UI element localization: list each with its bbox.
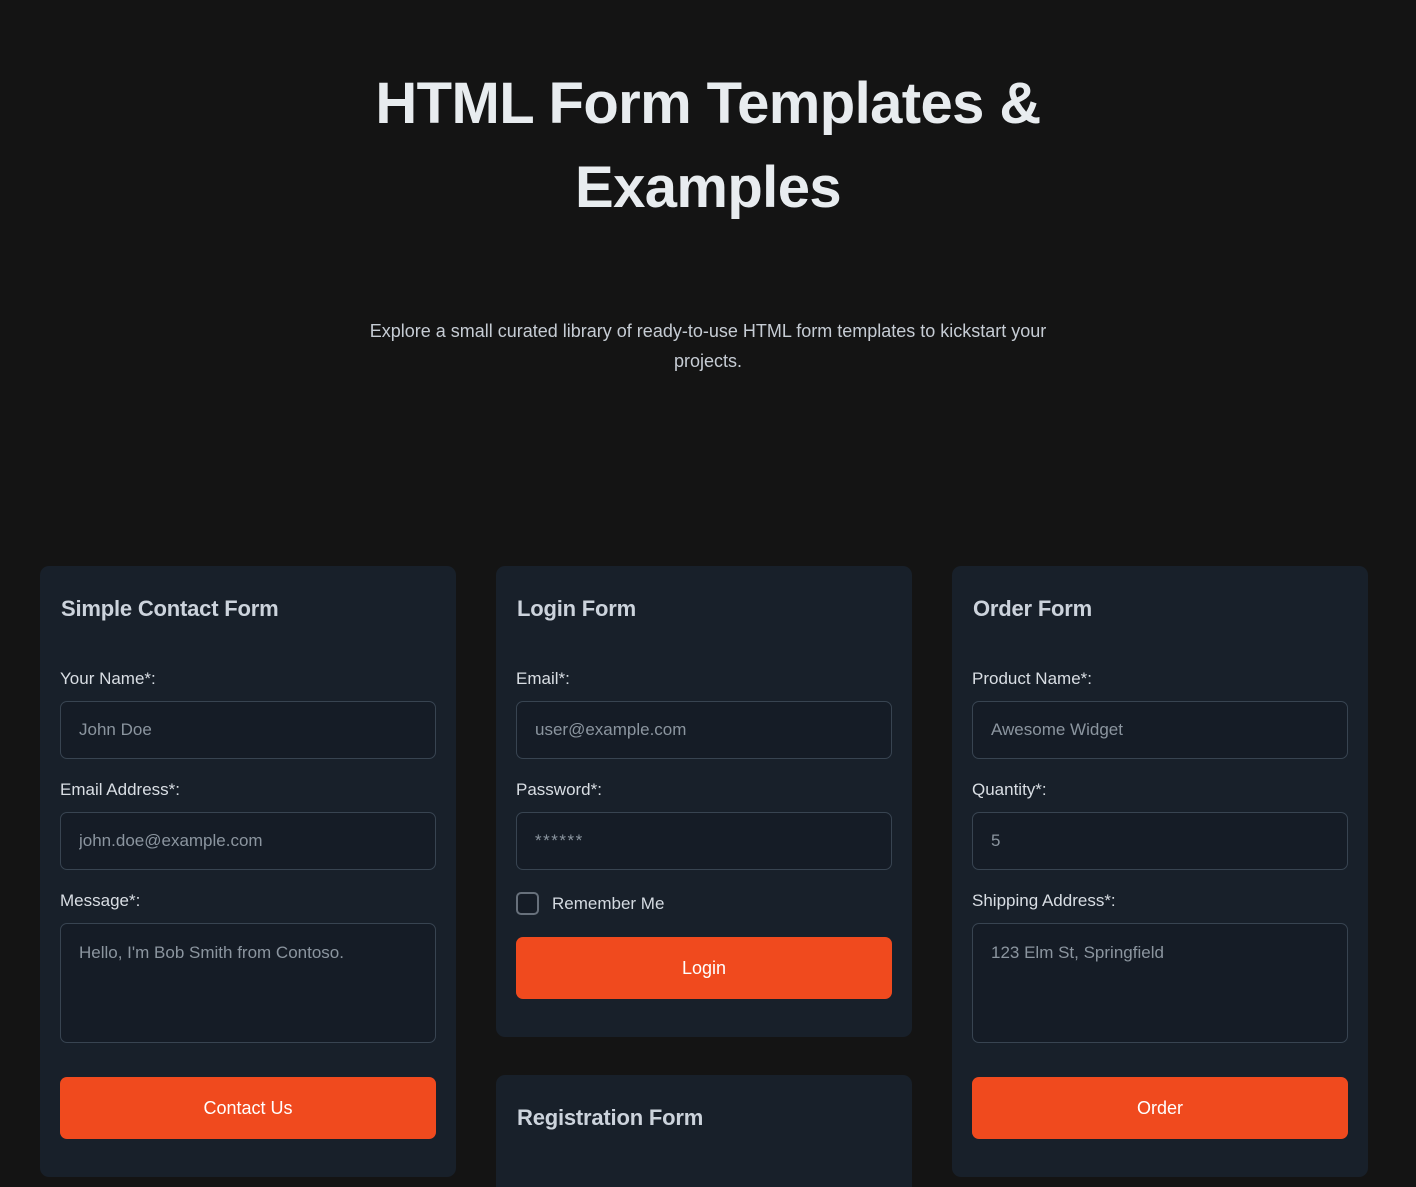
card-title-login: Login Form [517, 596, 636, 621]
field-your-name: Your Name*: [60, 668, 436, 759]
input-shipping-address[interactable] [972, 923, 1348, 1043]
contact-us-button[interactable]: Contact Us [60, 1077, 436, 1139]
card-registration-form: Registration Form [496, 1075, 912, 1187]
label-product-name: Product Name*: [972, 669, 1092, 688]
form-templates-grid: Simple Contact Form Your Name*: Email Ad… [40, 566, 1376, 1187]
label-quantity: Quantity*: [972, 780, 1047, 799]
login-button[interactable]: Login [516, 937, 892, 999]
label-login-password: Password*: [516, 780, 602, 799]
label-login-email: Email*: [516, 669, 570, 688]
label-email-address: Email Address*: [60, 780, 180, 799]
field-message: Message*: [60, 890, 436, 1043]
grid-column-2: Login Form Email*: Password*: Remember M… [496, 566, 912, 1187]
input-email-address[interactable] [60, 812, 436, 870]
input-product-name[interactable] [972, 701, 1348, 759]
order-button[interactable]: Order [972, 1077, 1348, 1139]
field-quantity: Quantity*: [972, 779, 1348, 870]
input-quantity[interactable] [972, 812, 1348, 870]
grid-column-1: Simple Contact Form Your Name*: Email Ad… [40, 566, 456, 1177]
label-message: Message*: [60, 891, 141, 910]
field-product-name: Product Name*: [972, 668, 1348, 759]
page-subtitle: Explore a small curated library of ready… [369, 321, 1047, 371]
page-title: HTML Form Templates & Examples [375, 71, 1041, 220]
card-login-form: Login Form Email*: Password*: Remember M… [496, 566, 912, 1037]
grid-column-3: Order Form Product Name*: Quantity*: Shi… [952, 566, 1368, 1177]
label-shipping-address: Shipping Address*: [972, 891, 1116, 910]
input-login-password[interactable] [516, 812, 892, 870]
hero-section: HTML Form Templates & Examples Explore a… [0, 0, 1416, 376]
remember-me-row[interactable]: Remember Me [516, 892, 892, 915]
field-login-email: Email*: [516, 668, 892, 759]
checkbox-remember-me[interactable] [516, 892, 539, 915]
input-login-email[interactable] [516, 701, 892, 759]
card-simple-contact-form: Simple Contact Form Your Name*: Email Ad… [40, 566, 456, 1177]
input-your-name[interactable] [60, 701, 436, 759]
card-title-contact: Simple Contact Form [61, 596, 279, 621]
page-root: HTML Form Templates & Examples Explore a… [0, 0, 1416, 1187]
card-title-registration: Registration Form [517, 1105, 704, 1130]
field-email-address: Email Address*: [60, 779, 436, 870]
card-title-order: Order Form [973, 596, 1093, 621]
field-shipping-address: Shipping Address*: [972, 890, 1348, 1043]
input-message[interactable] [60, 923, 436, 1043]
card-order-form: Order Form Product Name*: Quantity*: Shi… [952, 566, 1368, 1177]
label-remember-me: Remember Me [552, 893, 665, 913]
field-login-password: Password*: [516, 779, 892, 870]
label-your-name: Your Name*: [60, 669, 156, 688]
